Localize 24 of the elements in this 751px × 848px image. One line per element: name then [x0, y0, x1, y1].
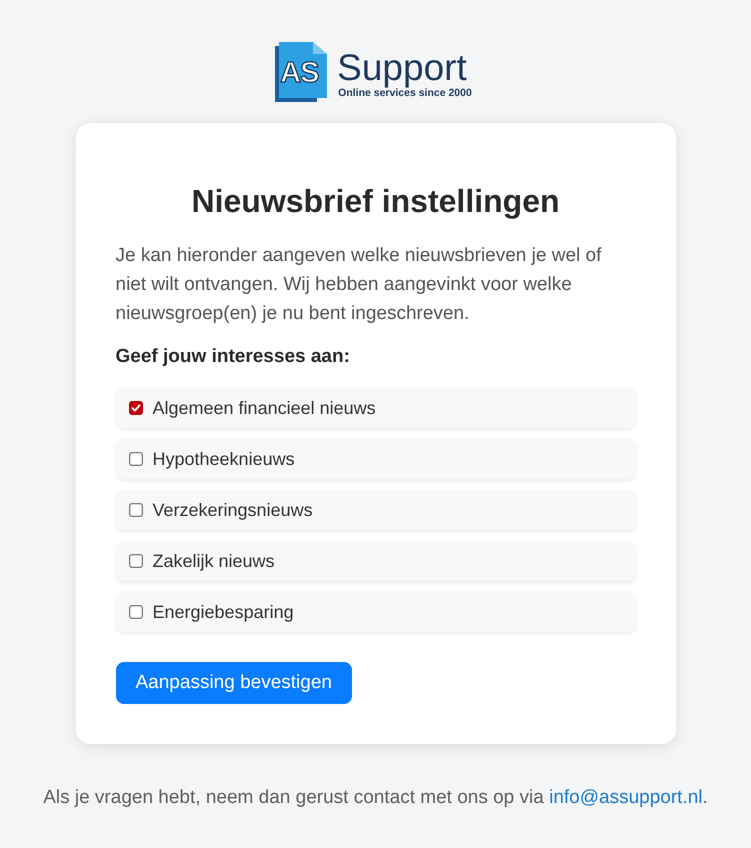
interest-option[interactable]: Energiebesparing — [116, 592, 636, 632]
checkbox[interactable] — [128, 554, 142, 568]
logo-name: Support — [337, 50, 468, 86]
option-label: Verzekeringsnieuws — [152, 499, 313, 521]
email-link[interactable]: info@assupport.nl — [549, 787, 703, 808]
checkbox[interactable] — [128, 452, 142, 466]
interest-option[interactable]: Algemeen financieel nieuws — [116, 388, 636, 428]
page-title: Nieuwsbrief instellingen — [190, 183, 561, 219]
logo-initials: AS — [280, 57, 318, 89]
contact-sentence: Als je vragen hebt, neem dan gerust contact met ons op via info@assupport.nl. — [43, 786, 708, 810]
intro-paragraph: Je kan hieronder aangeven welke nieuwsbrieven je wel of niet wilt ontvangen. Wij hebben aangevinkt voor welke nieuwsgroep(en) je nu bent ingeschreven. — [116, 244, 602, 326]
interests-heading: Geef jouw interesses aan: — [116, 346, 351, 368]
confirm-button[interactable]: Aanpassing bevestigen — [116, 662, 352, 704]
interest-option[interactable]: Zakelijk nieuws — [116, 541, 636, 581]
checkbox[interactable] — [128, 605, 142, 619]
option-label: Zakelijk nieuws — [152, 550, 275, 572]
checkbox[interactable] — [128, 401, 142, 415]
option-label: Energiebesparing — [152, 601, 294, 623]
interest-option[interactable]: Hypotheeknieuws — [116, 439, 636, 479]
option-label: Algemeen financieel nieuws — [152, 397, 376, 419]
interest-option[interactable]: Verzekeringsnieuws — [116, 490, 636, 530]
logo-tagline: Online services since 2000 — [338, 87, 472, 100]
checkbox[interactable] — [128, 503, 142, 517]
option-label: Hypotheeknieuws — [152, 448, 295, 470]
